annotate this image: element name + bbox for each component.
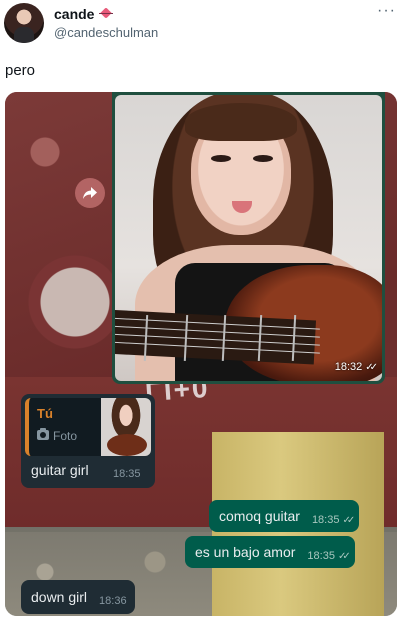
- user-handle[interactable]: @candeschulman: [54, 25, 158, 40]
- forward-button[interactable]: [75, 178, 105, 208]
- double-check-icon: ✓✓: [365, 361, 378, 373]
- camera-icon: [37, 428, 49, 440]
- photo[interactable]: 18:32 ✓✓: [115, 95, 382, 381]
- tweet-text: pero: [5, 62, 36, 79]
- quoted-author: Tú: [37, 406, 53, 421]
- outgoing-message[interactable]: es un bajo amor 18:35 ✓✓: [185, 536, 355, 568]
- message-meta: 18:35 ✓✓: [307, 550, 351, 562]
- message-time: 18:36: [99, 595, 127, 607]
- author-name-row: cande: [54, 6, 114, 22]
- quoted-message[interactable]: Tú Foto: [25, 398, 151, 456]
- message-text: comoq guitar: [219, 508, 300, 524]
- double-check-icon: ✓✓: [337, 550, 351, 562]
- tweet-media[interactable]: ΓΙ+0 18:32 ✓✓ Tú Foto guitar girl 18:35 …: [5, 92, 397, 616]
- photo-message-meta: 18:32 ✓✓: [334, 361, 378, 373]
- quoted-thumbnail: [101, 398, 151, 456]
- photo-eye-left: [211, 155, 231, 162]
- message-time: 18:35: [311, 514, 340, 526]
- avatar[interactable]: [4, 3, 44, 43]
- double-check-icon: ✓✓: [342, 514, 355, 526]
- reply-message-text: guitar girl: [31, 462, 89, 478]
- photo-message-time: 18:32: [334, 361, 363, 373]
- message-meta: 18:35 ✓✓: [311, 514, 355, 526]
- outgoing-message[interactable]: comoq guitar 18:35 ✓✓: [209, 500, 360, 532]
- forward-icon: [83, 187, 97, 199]
- display-name[interactable]: cande: [54, 6, 94, 22]
- more-icon[interactable]: ···: [377, 3, 396, 19]
- message-text: down girl: [31, 589, 88, 605]
- photo-message[interactable]: 18:32 ✓✓: [112, 92, 385, 384]
- photo-eye-right: [253, 155, 273, 162]
- message-text: es un bajo amor: [195, 544, 296, 560]
- incoming-message[interactable]: down girl 18:36: [21, 580, 135, 614]
- quoted-kind: Foto: [53, 429, 78, 443]
- message-time: 18:35: [307, 550, 335, 562]
- heart-emoji-icon: [99, 9, 114, 19]
- reply-message-time: 18:35: [113, 468, 141, 480]
- photo-bangs: [185, 103, 297, 141]
- reply-message[interactable]: Tú Foto guitar girl 18:35: [21, 394, 155, 488]
